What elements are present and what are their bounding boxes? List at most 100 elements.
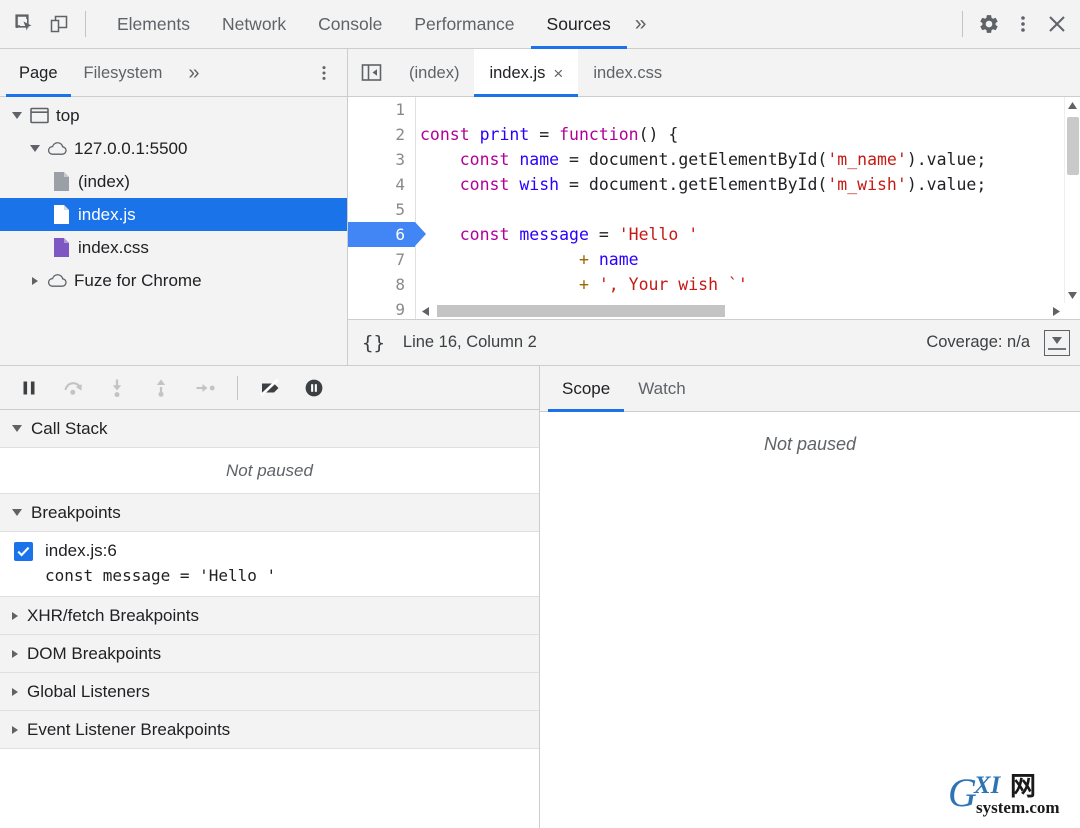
resume-pause-script-button[interactable] xyxy=(12,371,46,405)
line-number[interactable]: 8 xyxy=(348,272,415,297)
code-token: message xyxy=(519,225,589,244)
editor-status-bar: {} Line 16, Column 2 Coverage: n/a xyxy=(348,319,1080,365)
editor-tab-index[interactable]: (index) xyxy=(394,49,474,97)
twisty-closed-icon[interactable] xyxy=(12,649,18,658)
step-into-button[interactable] xyxy=(100,371,134,405)
gear-icon[interactable] xyxy=(972,7,1006,41)
call-stack-section-header[interactable]: Call Stack xyxy=(0,410,539,448)
code-content[interactable]: const print = function() { const name = … xyxy=(416,97,1080,319)
tab-performance[interactable]: Performance xyxy=(398,0,530,49)
editor-vertical-scrollbar[interactable] xyxy=(1064,97,1080,303)
scroll-down-icon[interactable] xyxy=(1065,287,1080,303)
twisty-open-icon[interactable] xyxy=(12,425,22,432)
twisty-closed-icon[interactable] xyxy=(12,611,18,620)
scroll-right-icon[interactable] xyxy=(1048,306,1064,316)
debugger-sidebar-filler xyxy=(0,749,539,828)
twisty-open-icon[interactable] xyxy=(6,112,28,119)
navigator-kebab-icon[interactable] xyxy=(301,49,347,96)
breakpoint-list-item[interactable]: index.js:6 const message = 'Hello ' xyxy=(0,532,539,597)
tab-sources[interactable]: Sources xyxy=(530,0,627,49)
code-token: + xyxy=(578,275,589,294)
code-line: const name = document.getElementById('m_… xyxy=(420,147,1080,172)
line-number[interactable]: 5 xyxy=(348,197,415,222)
vertical-scrollbar-thumb[interactable] xyxy=(1067,117,1079,175)
horizontal-scrollbar-track[interactable] xyxy=(433,304,1048,318)
close-tab-icon[interactable]: × xyxy=(553,65,563,82)
event-listener-breakpoints-section-header[interactable]: Event Listener Breakpoints xyxy=(0,711,539,749)
tab-scope[interactable]: Scope xyxy=(548,366,625,412)
pretty-print-icon[interactable]: {} xyxy=(362,332,385,354)
nav-tab-page[interactable]: Page xyxy=(6,49,71,97)
code-token: () { xyxy=(638,125,679,144)
pause-on-exceptions-button[interactable] xyxy=(297,371,331,405)
breakpoints-section-header[interactable]: Breakpoints xyxy=(0,494,539,532)
dom-breakpoints-section-header[interactable]: DOM Breakpoints xyxy=(0,635,539,673)
sources-upper-split: Page Filesystem » top 127.0.0.1:5500 (in… xyxy=(0,49,1080,366)
scroll-up-icon[interactable] xyxy=(1065,97,1080,113)
tab-network[interactable]: Network xyxy=(206,0,302,49)
tree-label: index.css xyxy=(78,237,149,257)
nav-more-tabs-icon[interactable]: » xyxy=(175,49,209,97)
line-number[interactable]: 1 xyxy=(348,97,415,122)
twisty-open-icon[interactable] xyxy=(24,145,46,152)
step-out-button[interactable] xyxy=(144,371,178,405)
inspect-cursor-icon[interactable] xyxy=(8,7,42,41)
code-line: + ', Your wish `' xyxy=(420,272,1080,297)
kebab-menu-icon[interactable] xyxy=(1006,7,1040,41)
nav-tab-filesystem[interactable]: Filesystem xyxy=(71,49,176,97)
toolbar-divider xyxy=(85,11,86,37)
tree-item-top[interactable]: top xyxy=(0,99,347,132)
line-number[interactable]: 7 xyxy=(348,247,415,272)
twisty-open-icon[interactable] xyxy=(12,509,22,516)
twisty-closed-icon[interactable] xyxy=(12,687,18,696)
frame-icon xyxy=(28,107,50,124)
more-panels-icon[interactable]: » xyxy=(627,0,652,49)
editor-tab-label: index.js xyxy=(489,63,546,82)
tree-item-fuze-for-chrome[interactable]: Fuze for Chrome xyxy=(0,264,347,297)
scope-watch-tabs: Scope Watch xyxy=(540,366,1080,412)
section-title: Global Listeners xyxy=(27,681,150,701)
code-token: print xyxy=(479,125,530,144)
tree-label: (index) xyxy=(78,171,130,191)
tree-item-index-document[interactable]: (index) xyxy=(0,165,347,198)
editor-pane: (index) index.js × index.css 1 2 3 4 5 6 xyxy=(348,49,1080,365)
editor-horizontal-scrollbar[interactable] xyxy=(417,303,1064,319)
global-listeners-section-header[interactable]: Global Listeners xyxy=(0,673,539,711)
deactivate-breakpoints-button[interactable] xyxy=(253,371,287,405)
editor-tab-index-css[interactable]: index.css xyxy=(578,49,677,97)
show-drawer-icon[interactable] xyxy=(1044,329,1070,356)
collapse-navigator-icon[interactable] xyxy=(348,49,394,96)
twisty-closed-icon[interactable] xyxy=(12,725,18,734)
editor-tab-index-js[interactable]: index.js × xyxy=(474,49,579,97)
close-icon[interactable] xyxy=(1040,7,1074,41)
scope-empty-message: Not paused xyxy=(763,434,857,454)
twisty-closed-icon[interactable] xyxy=(24,276,46,285)
line-number[interactable]: 3 xyxy=(348,147,415,172)
tab-console[interactable]: Console xyxy=(302,0,398,49)
code-editor[interactable]: 1 2 3 4 5 6 7 8 9 const print = function… xyxy=(348,97,1080,319)
line-number-breakpoint[interactable]: 6 xyxy=(348,222,426,247)
code-token: const xyxy=(459,150,510,169)
scroll-left-icon[interactable] xyxy=(417,306,433,316)
horizontal-scrollbar-thumb[interactable] xyxy=(437,305,725,317)
line-number[interactable]: 4 xyxy=(348,172,415,197)
script-icon xyxy=(50,204,72,225)
step-over-button[interactable] xyxy=(56,371,90,405)
line-number-gutter[interactable]: 1 2 3 4 5 6 7 8 9 xyxy=(348,97,426,319)
tree-label: Fuze for Chrome xyxy=(74,270,202,290)
tree-item-index-js[interactable]: index.js xyxy=(0,198,347,231)
code-token: ).value; xyxy=(906,150,987,169)
step-button[interactable] xyxy=(188,371,222,405)
tab-elements[interactable]: Elements xyxy=(101,0,206,49)
tree-item-origin[interactable]: 127.0.0.1:5500 xyxy=(0,132,347,165)
breakpoint-checkbox[interactable] xyxy=(14,541,33,561)
xhr-fetch-breakpoints-section-header[interactable]: XHR/fetch Breakpoints xyxy=(0,597,539,635)
navigator-tabs: Page Filesystem » xyxy=(0,49,347,97)
tab-watch[interactable]: Watch xyxy=(624,366,700,412)
line-number[interactable]: 2 xyxy=(348,122,415,147)
device-toolbar-icon[interactable] xyxy=(42,7,76,41)
tree-item-index-css[interactable]: index.css xyxy=(0,231,347,264)
line-number[interactable]: 9 xyxy=(348,297,415,319)
